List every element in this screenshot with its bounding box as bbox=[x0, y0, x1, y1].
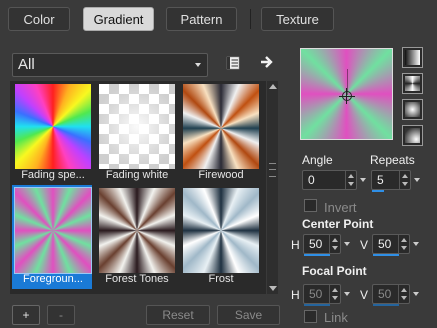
radial-style-icon bbox=[405, 102, 420, 117]
save-button[interactable]: Save bbox=[217, 305, 280, 325]
chevron-down-icon[interactable] bbox=[341, 285, 354, 303]
gradient-caption: Fading spe... bbox=[21, 169, 85, 181]
add-gradient-button[interactable]: + bbox=[12, 305, 40, 325]
angle-value: 0 bbox=[308, 173, 315, 187]
angle-label: Angle bbox=[302, 153, 333, 167]
gradient-thumbnail bbox=[14, 187, 92, 274]
center-point-label: Center Point bbox=[302, 217, 374, 231]
gradient-tile[interactable]: Fading white bbox=[96, 81, 176, 185]
gradient-thumbnail bbox=[183, 188, 259, 273]
spinner-arrows-icon[interactable] bbox=[399, 171, 410, 189]
link-checkbox[interactable] bbox=[304, 310, 317, 323]
center-crosshair-icon[interactable] bbox=[339, 88, 355, 104]
tab-pattern[interactable]: Pattern bbox=[166, 7, 237, 31]
linear-style-icon bbox=[405, 50, 420, 65]
spinner-arrows-icon[interactable] bbox=[398, 235, 409, 253]
center-v-input[interactable]: 50 bbox=[372, 234, 419, 256]
tab-color[interactable]: Color bbox=[8, 7, 70, 31]
chevron-down-icon[interactable] bbox=[411, 171, 424, 189]
radial-style-button[interactable] bbox=[402, 99, 423, 120]
focal-v-slider-fill bbox=[373, 304, 399, 306]
center-v-label: V bbox=[360, 238, 369, 252]
tab-divider bbox=[250, 9, 251, 29]
gradient-thumbnail bbox=[183, 84, 259, 169]
invert-label: Invert bbox=[324, 200, 357, 215]
gradient-caption: Frost bbox=[208, 273, 234, 285]
center-h-slider-fill bbox=[304, 254, 330, 256]
gradient-tile[interactable]: Fading spe... bbox=[12, 81, 92, 185]
rectangular-style-icon bbox=[405, 76, 420, 91]
gradient-caption: Foregroun... bbox=[23, 273, 83, 285]
chevron-down-icon[interactable] bbox=[341, 235, 354, 253]
center-h-label: H bbox=[291, 238, 300, 252]
category-dropdown-value: All bbox=[18, 56, 35, 73]
gradient-tile[interactable]: Frost bbox=[180, 185, 260, 289]
focal-h-slider-fill bbox=[304, 304, 330, 306]
gradient-thumbnail bbox=[99, 84, 175, 169]
gradient-tile[interactable]: Firewood bbox=[180, 81, 260, 185]
center-h-value: 50 bbox=[309, 237, 323, 251]
scrollbar-thumb[interactable] bbox=[269, 163, 276, 177]
scroll-up-icon[interactable] bbox=[269, 84, 277, 89]
gradient-caption: Fading white bbox=[105, 169, 169, 181]
tab-texture[interactable]: Texture bbox=[261, 7, 334, 31]
focal-h-input[interactable]: 50 bbox=[303, 284, 350, 306]
linear-style-button[interactable] bbox=[402, 47, 423, 68]
gradient-thumbnail bbox=[15, 84, 91, 169]
invert-checkbox[interactable] bbox=[304, 199, 317, 212]
repeats-slider-fill bbox=[372, 190, 384, 192]
focal-h-label: H bbox=[291, 288, 300, 302]
rectangular-style-button[interactable] bbox=[402, 73, 423, 94]
scroll-down-icon[interactable] bbox=[269, 286, 277, 291]
focal-v-label: V bbox=[360, 288, 369, 302]
spinner-arrows-icon[interactable] bbox=[329, 285, 340, 303]
gradient-caption: Firewood bbox=[198, 169, 244, 181]
chevron-down-icon[interactable] bbox=[357, 171, 370, 189]
reset-button[interactable]: Reset bbox=[146, 305, 210, 325]
gradient-tile-selected[interactable]: Foregroun... bbox=[12, 185, 92, 289]
chevron-down-icon bbox=[195, 63, 201, 67]
focal-v-value: 50 bbox=[378, 287, 392, 301]
center-v-value: 50 bbox=[378, 237, 392, 251]
sunburst-style-button[interactable] bbox=[402, 125, 423, 146]
gradient-thumbnail bbox=[99, 188, 175, 273]
remove-gradient-button[interactable]: - bbox=[47, 305, 75, 325]
focal-v-input[interactable]: 50 bbox=[372, 284, 419, 306]
center-v-slider-fill bbox=[373, 254, 399, 256]
focal-h-value: 50 bbox=[309, 287, 323, 301]
spinner-arrows-icon[interactable] bbox=[329, 235, 340, 253]
gradient-preview[interactable] bbox=[300, 48, 393, 140]
spinner-arrows-icon[interactable] bbox=[345, 171, 356, 189]
arrow-right-icon[interactable] bbox=[259, 54, 275, 70]
spinner-arrows-icon[interactable] bbox=[398, 285, 409, 303]
link-label: Link bbox=[324, 310, 348, 325]
chevron-down-icon[interactable] bbox=[410, 235, 423, 253]
focal-point-label: Focal Point bbox=[302, 264, 367, 278]
library-menu-icon[interactable] bbox=[226, 56, 240, 70]
center-h-input[interactable]: 50 bbox=[303, 234, 350, 256]
sunburst-style-icon bbox=[405, 128, 420, 143]
tab-gradient[interactable]: Gradient bbox=[83, 7, 154, 31]
library-scrollbar[interactable] bbox=[267, 81, 278, 294]
gradient-caption: Forest Tones bbox=[105, 273, 169, 285]
chevron-down-icon[interactable] bbox=[410, 285, 423, 303]
category-dropdown[interactable]: All bbox=[12, 53, 208, 77]
repeats-input[interactable]: 5 bbox=[371, 170, 420, 192]
repeats-value: 5 bbox=[377, 173, 384, 187]
gradient-tile[interactable]: Forest Tones bbox=[96, 185, 176, 289]
repeats-label: Repeats bbox=[370, 153, 415, 167]
angle-input[interactable]: 0 bbox=[302, 170, 366, 190]
gradient-library-grid: Fading spe... Fading white Firewood Fore… bbox=[10, 81, 266, 294]
